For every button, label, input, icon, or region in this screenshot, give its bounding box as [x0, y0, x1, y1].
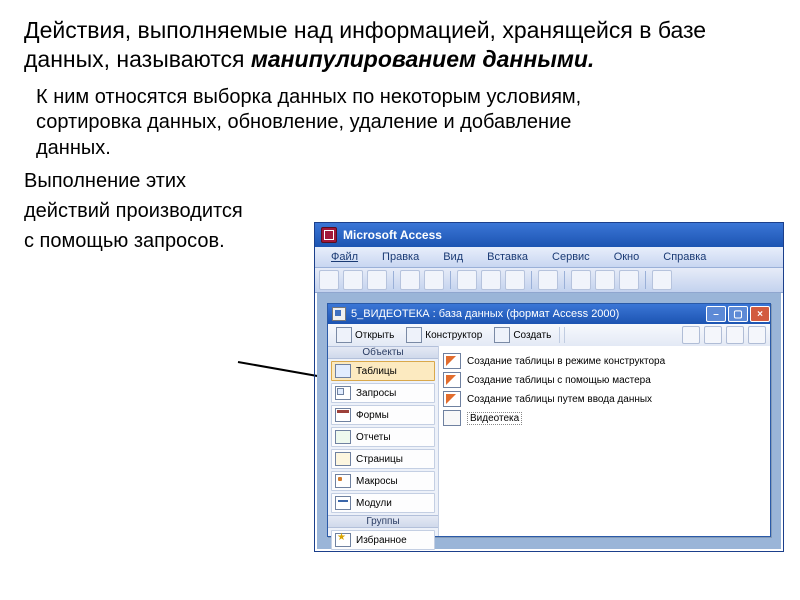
- toolbar-analyze-icon[interactable]: [619, 270, 639, 290]
- menu-window[interactable]: Окно: [608, 251, 646, 263]
- sidebar-item-macros[interactable]: Макросы: [331, 471, 435, 491]
- heading: Действия, выполняемые над информацией, х…: [0, 0, 800, 79]
- close-button[interactable]: ×: [750, 306, 770, 322]
- design-icon: [406, 327, 422, 343]
- modules-icon: [335, 496, 351, 510]
- access-window: Microsoft Access Файл Правка Вид Вставка…: [314, 222, 784, 552]
- minimize-button[interactable]: –: [706, 306, 726, 322]
- toolbar-separator: [531, 271, 532, 289]
- database-title: 5_ВИДЕОТЕКА : база данных (формат Access…: [351, 308, 619, 320]
- open-icon: [336, 327, 352, 343]
- db-toolbar-separator: [564, 327, 565, 343]
- toolbar-separator: [564, 271, 565, 289]
- queries-icon: [335, 386, 351, 400]
- main-toolbar: [315, 268, 783, 293]
- mdi-area: 5_ВИДЕОТЕКА : база данных (формат Access…: [317, 293, 781, 549]
- toolbar-open-icon[interactable]: [343, 270, 363, 290]
- app-title: Microsoft Access: [343, 228, 442, 242]
- paragraph-2-line-a: Выполнение этих: [24, 166, 776, 196]
- menu-edit[interactable]: Правка: [376, 251, 425, 263]
- toolbar-separator: [450, 271, 451, 289]
- list-item-create-design[interactable]: Создание таблицы в режиме конструктора: [443, 352, 766, 370]
- design-new-icon: [443, 353, 461, 369]
- sidebar-item-forms[interactable]: Формы: [331, 405, 435, 425]
- sidebar-item-modules[interactable]: Модули: [331, 493, 435, 513]
- menu-file[interactable]: Файл: [325, 251, 364, 263]
- maximize-button[interactable]: ▢: [728, 306, 748, 322]
- access-app-icon: [321, 227, 337, 243]
- database-window-titlebar[interactable]: 5_ВИДЕОТЕКА : база данных (формат Access…: [328, 304, 770, 324]
- tables-icon: [335, 364, 351, 378]
- toolbar-help-icon[interactable]: [652, 270, 672, 290]
- toolbar-relations-icon[interactable]: [595, 270, 615, 290]
- create-button[interactable]: Создать: [490, 325, 555, 345]
- content-pane: Создание таблицы в режиме конструктора С…: [439, 346, 770, 536]
- menu-insert[interactable]: Вставка: [481, 251, 534, 263]
- sidebar-item-tables[interactable]: Таблицы: [331, 361, 435, 381]
- entry-icon: [443, 391, 461, 407]
- macros-icon: [335, 474, 351, 488]
- menu-service[interactable]: Сервис: [546, 251, 596, 263]
- view-large-icon[interactable]: [682, 326, 700, 344]
- open-button[interactable]: Открыть: [332, 325, 398, 345]
- toolbar-preview-icon[interactable]: [424, 270, 444, 290]
- design-button[interactable]: Конструктор: [402, 325, 486, 345]
- list-item-create-entry[interactable]: Создание таблицы путем ввода данных: [443, 390, 766, 408]
- toolbar-new-icon[interactable]: [319, 270, 339, 290]
- database-icon: [332, 307, 346, 321]
- view-small-icon[interactable]: [704, 326, 722, 344]
- sidebar-item-pages[interactable]: Страницы: [331, 449, 435, 469]
- view-list-icon[interactable]: [726, 326, 744, 344]
- toolbar-undo-icon[interactable]: [538, 270, 558, 290]
- sidebar-item-favorites[interactable]: Избранное: [331, 530, 435, 550]
- reports-icon: [335, 430, 351, 444]
- paragraph-1: К ним относятся выборка данных по некото…: [0, 79, 620, 162]
- toolbar-print-icon[interactable]: [400, 270, 420, 290]
- heading-emphasis: манипулированием данными.: [251, 46, 594, 72]
- toolbar-office-icon[interactable]: [571, 270, 591, 290]
- view-details-icon[interactable]: [748, 326, 766, 344]
- objects-panel: Объекты Таблицы Запросы Формы Отчеты Стр…: [328, 346, 439, 536]
- db-toolbar-separator: [559, 327, 560, 343]
- objects-header: Объекты: [328, 346, 438, 359]
- list-item-videoteka[interactable]: Видеотека: [443, 409, 766, 427]
- toolbar-save-icon[interactable]: [367, 270, 387, 290]
- sidebar-item-reports[interactable]: Отчеты: [331, 427, 435, 447]
- toolbar-separator: [645, 271, 646, 289]
- list-item-create-wizard[interactable]: Создание таблицы с помощью мастера: [443, 371, 766, 389]
- favorites-icon: [335, 533, 351, 547]
- groups-header: Группы: [328, 515, 438, 528]
- forms-icon: [335, 408, 351, 422]
- toolbar-copy-icon[interactable]: [481, 270, 501, 290]
- sidebar-item-queries[interactable]: Запросы: [331, 383, 435, 403]
- menu-help[interactable]: Справка: [657, 251, 712, 263]
- database-toolbar: Открыть Конструктор Создать: [328, 324, 770, 347]
- wizard-icon: [443, 372, 461, 388]
- table-icon: [443, 410, 461, 426]
- create-icon: [494, 327, 510, 343]
- toolbar-cut-icon[interactable]: [457, 270, 477, 290]
- menu-view[interactable]: Вид: [437, 251, 469, 263]
- pages-icon: [335, 452, 351, 466]
- database-window: 5_ВИДЕОТЕКА : база данных (формат Access…: [327, 303, 771, 537]
- menubar: Файл Правка Вид Вставка Сервис Окно Спра…: [315, 247, 783, 268]
- titlebar[interactable]: Microsoft Access: [315, 223, 783, 247]
- toolbar-separator: [393, 271, 394, 289]
- toolbar-paste-icon[interactable]: [505, 270, 525, 290]
